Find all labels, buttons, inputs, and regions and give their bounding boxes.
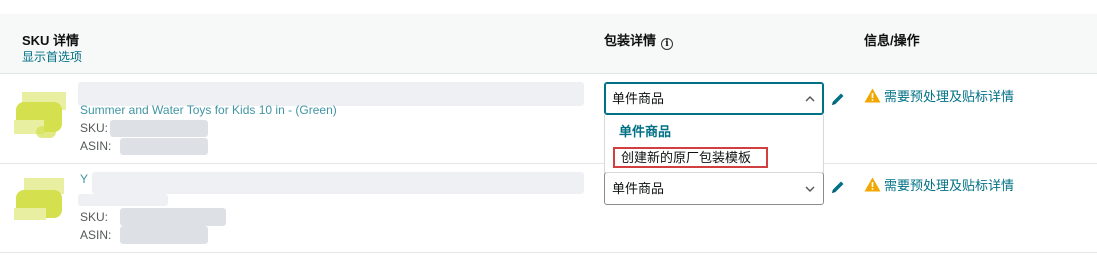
- column-header-sku: SKU 详情: [22, 33, 80, 48]
- packaging-select[interactable]: 单件商品: [604, 82, 824, 115]
- info-icon[interactable]: i: [661, 38, 674, 50]
- chevron-up-icon: [805, 94, 815, 104]
- packaging-header-label: 包装详情: [604, 33, 657, 48]
- product-thumbnail[interactable]: [14, 92, 74, 146]
- blurred-sku-value: [110, 120, 208, 137]
- blurred-asin-value: [120, 138, 208, 155]
- packaging-select-value: 单件商品: [612, 91, 665, 106]
- blurred-title-line2: [78, 194, 168, 206]
- warning-text: 需要预处理及贴标详情: [884, 89, 1015, 104]
- warning-icon: [864, 88, 881, 103]
- show-preferences-link[interactable]: 显示首选项: [22, 48, 82, 65]
- sku-label: SKU:: [80, 210, 109, 224]
- blurred-sku-value: [120, 208, 226, 226]
- packaging-dropdown-menu: 单件商品 创建新的原厂包装模板: [604, 115, 824, 173]
- chevron-down-icon: [805, 184, 815, 194]
- warning-text: 需要预处理及贴标详情: [884, 178, 1015, 193]
- pencil-icon[interactable]: [830, 91, 846, 107]
- blurred-asin-value: [120, 226, 208, 244]
- pencil-icon[interactable]: [830, 179, 846, 195]
- dropdown-option-single-item[interactable]: 单件商品: [619, 121, 671, 140]
- product-title-link[interactable]: Y: [80, 172, 88, 186]
- blurred-title: [92, 172, 584, 194]
- packaging-select[interactable]: 单件商品: [604, 172, 824, 205]
- prep-label-warning-link[interactable]: 需要预处理及贴标详情: [864, 175, 1014, 194]
- prep-label-warning-link[interactable]: 需要预处理及贴标详情: [864, 86, 1014, 105]
- warning-icon: [864, 177, 881, 192]
- asin-label: ASIN:: [80, 228, 112, 242]
- column-header-packaging: 包装详情 i: [604, 30, 674, 50]
- product-title-link[interactable]: Summer and Water Toys for Kids 10 in - (…: [80, 103, 337, 117]
- product-thumbnail[interactable]: [14, 178, 74, 232]
- sku-label: SKU:: [80, 121, 109, 135]
- dropdown-option-create-template[interactable]: 创建新的原厂包装模板: [613, 147, 768, 168]
- column-header-info: 信息/操作: [864, 33, 920, 48]
- asin-label: ASIN:: [80, 139, 112, 153]
- row-divider: [0, 252, 1097, 253]
- table-header: SKU 详情 显示首选项 包装详情 i 信息/操作: [0, 14, 1097, 74]
- row-divider: [0, 163, 1097, 164]
- packaging-select-value: 单件商品: [612, 181, 665, 196]
